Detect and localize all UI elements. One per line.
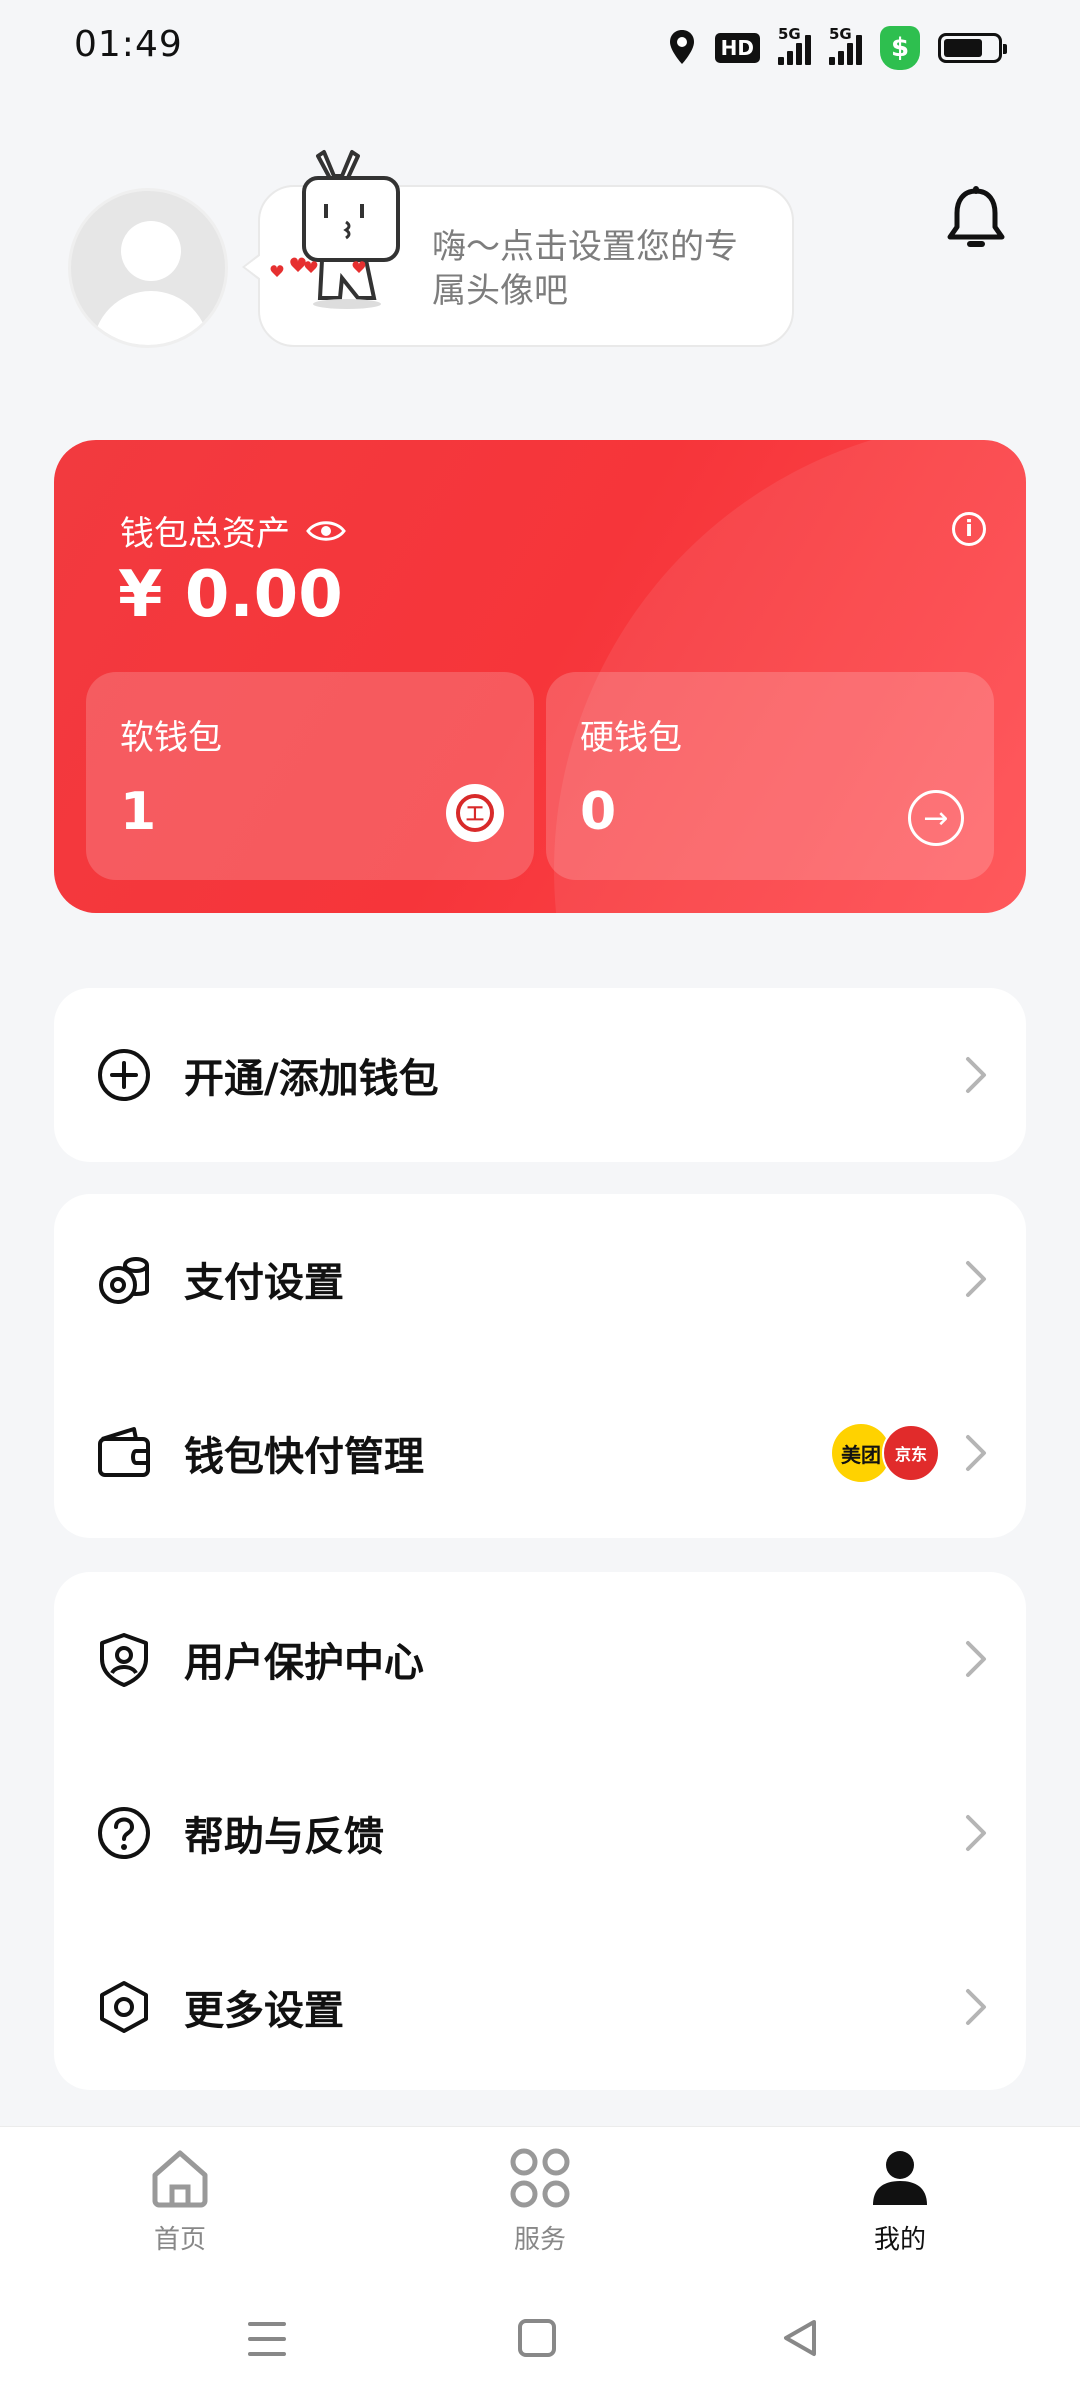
- location-icon: [669, 30, 694, 64]
- plus-circle-icon: [98, 1049, 150, 1101]
- hexagon-settings-icon: [100, 1981, 148, 2033]
- menu-group-payment: 支付设置 钱包快付管理 美团 京东: [54, 1194, 1026, 1538]
- wallet-card: 钱包总资产 i ¥ 0.00 软钱包 1 工 硬钱包 0 →: [54, 440, 1026, 913]
- hard-wallet-count: 0: [580, 782, 617, 842]
- coins-icon: [99, 1257, 149, 1304]
- person-icon: [873, 2151, 927, 2205]
- wallet-total-amount: ¥ 0.00: [118, 558, 343, 632]
- bell-icon[interactable]: [945, 185, 1007, 251]
- hd-voice-icon: HD: [714, 33, 760, 63]
- nav-label: 服务: [513, 2225, 566, 2255]
- mascot-icon: [270, 150, 400, 309]
- nav-mine[interactable]: 我的: [800, 2145, 1000, 2256]
- wallet-icon: [98, 1427, 150, 1477]
- info-icon[interactable]: i: [952, 512, 986, 546]
- nav-label: 首页: [153, 2225, 206, 2255]
- hard-wallet-card[interactable]: 硬钱包 0 →: [546, 672, 994, 880]
- menu-group-support: 用户保护中心 帮助与反馈 更多设置: [54, 1572, 1026, 2090]
- chevron-right-icon: [966, 1641, 986, 1677]
- home-icon: [152, 2150, 208, 2208]
- signal-icon: 5G: [778, 25, 811, 65]
- menu-item-label: 钱包快付管理: [184, 1434, 424, 1480]
- chevron-right-icon: [966, 1989, 986, 2025]
- arrow-right-circle-icon: →: [908, 790, 964, 846]
- soft-wallet-label: 软钱包: [120, 718, 222, 758]
- services-grid-icon: [510, 2148, 570, 2208]
- status-icons: HD 5G 5G $: [667, 24, 1007, 72]
- chevron-right-icon: [966, 1435, 986, 1471]
- menu-item-add-wallet[interactable]: 开通/添加钱包: [54, 988, 1026, 1162]
- avatar[interactable]: [68, 188, 228, 348]
- nav-label: 我的: [873, 2225, 926, 2255]
- avatar-prompt-text: 嗨～点击设置您的专属头像吧: [432, 227, 738, 311]
- security-shield-icon: $: [880, 26, 920, 70]
- status-time: 01:49: [74, 24, 183, 65]
- question-circle-icon: [98, 1807, 150, 1859]
- chevron-right-icon: [966, 1057, 986, 1093]
- menu-item-label: 帮助与反馈: [184, 1814, 384, 1860]
- menu-item-label: 开通/添加钱包: [184, 1056, 439, 1102]
- soft-wallet-count: 1: [120, 782, 157, 842]
- menu-group-wallet: 开通/添加钱包: [54, 988, 1026, 1162]
- nav-home[interactable]: 首页: [80, 2145, 280, 2256]
- hard-wallet-label: 硬钱包: [580, 718, 682, 758]
- signal-icon: 5G: [829, 25, 862, 65]
- menu-item-help-feedback[interactable]: 帮助与反馈: [54, 1746, 1026, 1920]
- merchant-badges: 美团 京东: [832, 1424, 940, 1482]
- menu-item-user-protection[interactable]: 用户保护中心: [54, 1572, 1026, 1746]
- menu-item-more-settings[interactable]: 更多设置: [54, 1920, 1026, 2094]
- menu-item-quick-pay[interactable]: 钱包快付管理 美团 京东: [54, 1366, 1026, 1540]
- avatar-placeholder-icon: [121, 221, 181, 281]
- status-bar: 01:49 HD 5G 5G $: [0, 0, 1080, 100]
- menu-item-label: 支付设置: [184, 1260, 344, 1306]
- jd-badge: 京东: [882, 1424, 940, 1482]
- chevron-right-icon: [966, 1815, 986, 1851]
- shield-user-icon: [100, 1633, 148, 1687]
- soft-wallet-card[interactable]: 软钱包 1 工: [86, 672, 534, 880]
- nav-services[interactable]: 服务: [440, 2145, 640, 2256]
- eye-icon[interactable]: [306, 518, 346, 544]
- menu-item-label: 用户保护中心: [184, 1640, 424, 1686]
- menu-item-label: 更多设置: [184, 1988, 344, 2034]
- menu-item-payment-settings[interactable]: 支付设置: [54, 1192, 1026, 1366]
- menu-icon[interactable]: [246, 2318, 288, 2360]
- chevron-right-icon: [966, 1261, 986, 1297]
- wallet-total-title: 钱包总资产: [120, 506, 346, 555]
- home-square-icon[interactable]: [517, 2318, 557, 2358]
- battery-icon: [938, 33, 1007, 63]
- bottom-nav: 首页 服务 我的: [0, 2126, 1080, 2408]
- back-triangle-icon[interactable]: [780, 2318, 820, 2358]
- icbc-logo-icon: 工: [446, 784, 504, 842]
